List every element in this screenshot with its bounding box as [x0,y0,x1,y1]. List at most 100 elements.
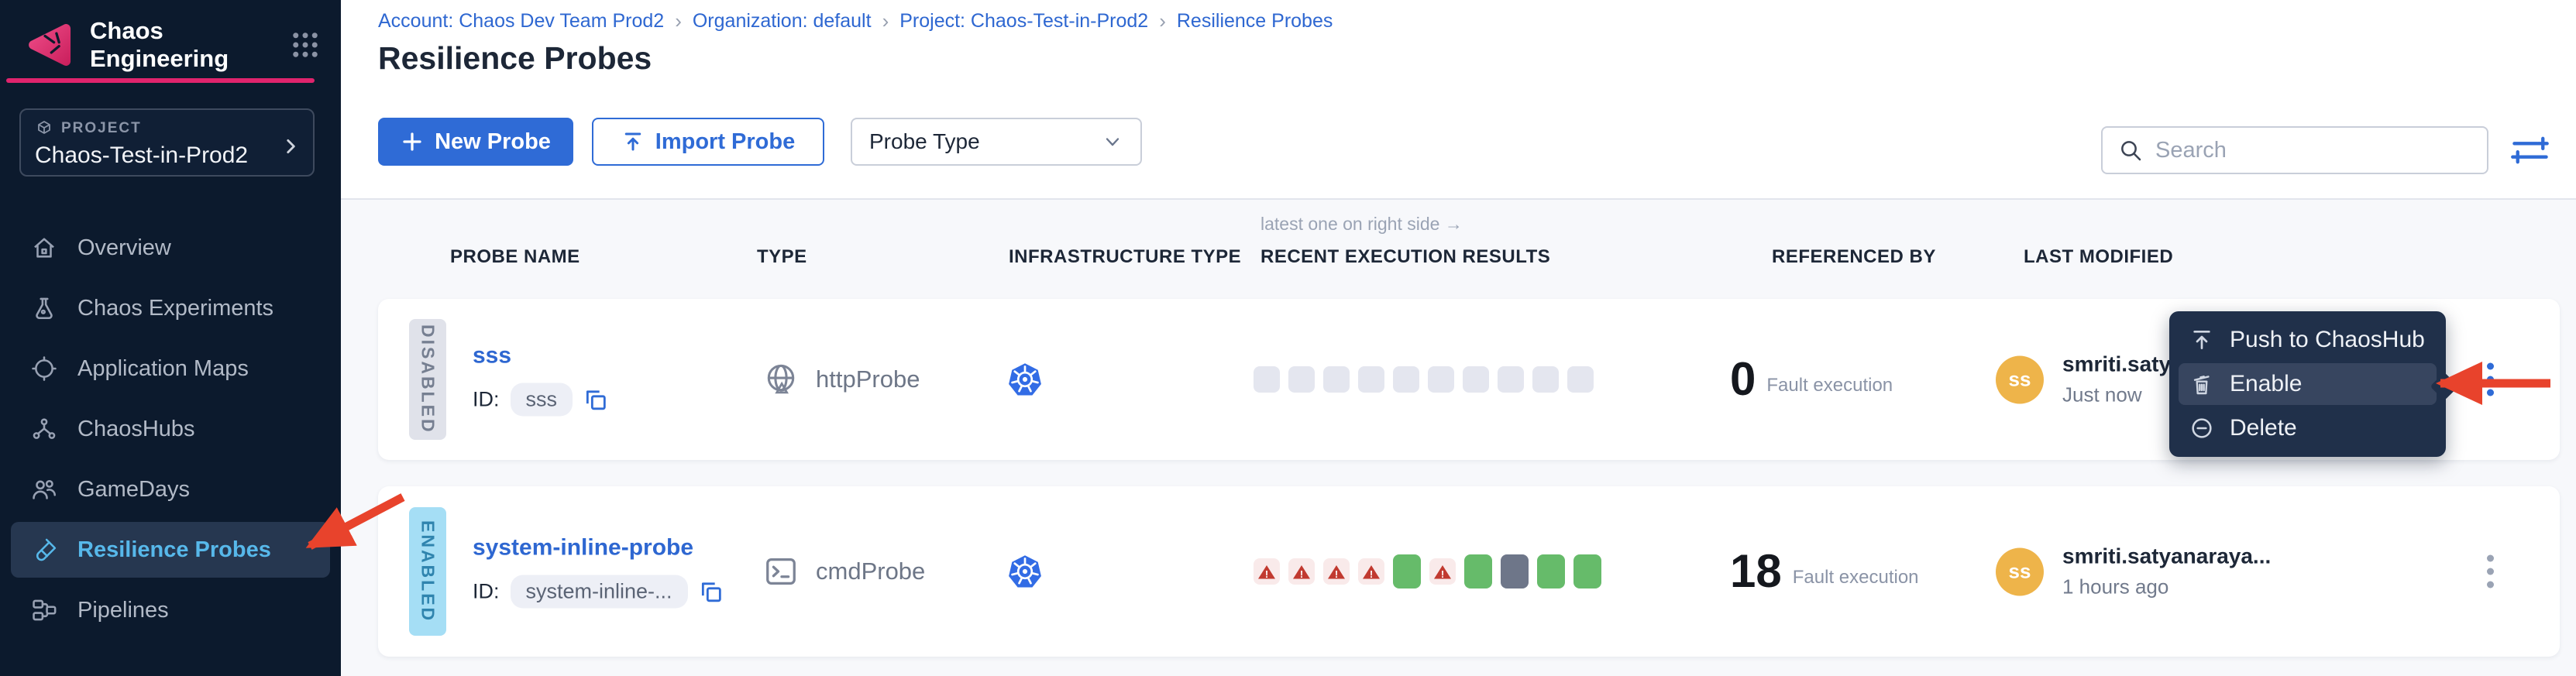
execution-results [1254,366,1594,393]
menu-item-label: Push to ChaosHub [2230,327,2425,353]
copy-icon[interactable] [583,387,608,412]
breadcrumb: Account: Chaos Dev Team Prod2 › Organiza… [378,9,1333,33]
probe-name-link[interactable]: sss [473,343,608,369]
new-probe-label: New Probe [435,129,551,155]
probe-type-value: Probe Type [869,129,980,154]
execution-results: !!!!! [1254,554,1601,588]
breadcrumb-project[interactable]: Project: Chaos-Test-in-Prod2 [899,10,1148,33]
sidebar-item-label: Pipelines [77,598,169,623]
app-title: Chaos Engineering [90,17,273,73]
project-label-row: PROJECT [35,119,299,138]
probe-test-tube-icon [31,537,57,563]
probe-id-row: ID: system-inline-... [473,575,724,609]
menu-item-enable[interactable]: Enable [2179,363,2437,405]
execution-result-na [1501,554,1529,588]
column-recent-execution-results: RECENT EXECUTION RESULTS [1260,246,1550,268]
warning-triangle-icon: ! [1293,564,1310,579]
execution-result-empty [1463,366,1489,393]
referenced-label: Fault execution [1766,375,1893,396]
column-last-modified: LAST MODIFIED [2024,246,2173,268]
flask-icon [31,295,57,321]
upload-icon [621,130,645,153]
column-probe-name: PROBE NAME [450,246,580,268]
menu-item-delete[interactable]: Delete [2179,407,2437,449]
sidebar-item-overview[interactable]: Overview [11,220,330,276]
probe-id-row: ID: sss [473,383,608,417]
import-probe-button[interactable]: Import Probe [592,118,824,166]
app-grid-icon[interactable] [289,29,322,61]
execution-result-fail: ! [1358,558,1384,585]
column-referenced-by: REFERENCED BY [1772,246,1936,268]
probe-id-value: sss [511,383,573,417]
new-probe-button[interactable]: New Probe [378,118,573,166]
terminal-icon [763,554,799,589]
minus-circle-icon [2189,416,2214,441]
sidebar-item-label: Chaos Experiments [77,296,273,321]
row-actions-menu-button[interactable] [2487,363,2494,396]
probe-row-system-inline-probe: ENABLED system-inline-probe ID: system-i… [378,486,2560,657]
probe-type-label: httpProbe [816,365,920,393]
breadcrumb-separator: › [882,9,889,33]
warning-triangle-icon: ! [1328,564,1345,579]
modified-time: Just now [2062,383,2171,407]
row-actions-menu-button[interactable] [2487,555,2494,588]
kubernetes-icon [1007,554,1043,589]
sidebar-item-label: ChaosHubs [77,417,195,442]
probe-type-label: cmdProbe [816,558,925,585]
sidebar-item-application-maps[interactable]: Application Maps [11,341,330,396]
sidebar: Chaos Engineering PROJECT Chaos-Test-in-… [0,0,341,676]
network-nodes-icon [31,416,57,442]
probe-id-value: system-inline-... [511,575,688,609]
probe-type-cell: httpProbe [763,362,920,397]
breadcrumb-organization[interactable]: Organization: default [693,10,872,33]
column-type: TYPE [757,246,807,268]
execution-result-empty [1323,366,1350,393]
status-badge: DISABLED [409,319,446,440]
modified-info: smriti.saty Just now [2062,352,2171,407]
plus-icon [401,130,424,153]
menu-item-push-to-chaoshub[interactable]: Push to ChaosHub [2179,319,2437,361]
execution-result-empty [1498,366,1524,393]
execution-result-fail: ! [1429,558,1456,585]
probe-name-link[interactable]: system-inline-probe [473,535,724,561]
execution-result-fail: ! [1288,558,1315,585]
sidebar-item-chaoshubs[interactable]: ChaosHubs [11,401,330,457]
probe-type-cell: cmdProbe [763,554,925,589]
breadcrumb-current[interactable]: Resilience Probes [1177,10,1333,33]
last-modified-cell: ss smriti.saty Just now [1996,352,2171,407]
sidebar-item-chaos-experiments[interactable]: Chaos Experiments [11,280,330,336]
brand-row: Chaos Engineering [23,20,322,70]
sidebar-item-label: Application Maps [77,356,249,382]
breadcrumb-account[interactable]: Account: Chaos Dev Team Prod2 [378,10,664,33]
modified-by: smriti.satyanaraya... [2062,544,2271,569]
project-name: Chaos-Test-in-Prod2 [35,142,283,169]
breadcrumb-separator: › [675,9,682,33]
sidebar-item-label: GameDays [77,477,190,503]
filter-sliders-icon[interactable] [2510,130,2550,170]
probe-type-dropdown[interactable]: Probe Type [851,118,1142,166]
globe-icon [763,362,799,397]
execution-result-pass [1537,554,1565,588]
sidebar-item-label: Resilience Probes [77,537,271,563]
table-header: latest one on right side → PROBE NAME TY… [378,203,2560,288]
execution-result-empty [1254,366,1280,393]
chaos-logo-icon [23,19,74,70]
probe-name-cell: system-inline-probe ID: system-inline-..… [473,535,724,609]
modified-time: 1 hours ago [2062,575,2271,599]
pipelines-icon [31,597,57,623]
push-to-hub-icon [2189,328,2214,352]
chaos-engineering-app: Chaos Engineering PROJECT Chaos-Test-in-… [0,0,2576,676]
latest-note: latest one on right side → [1260,214,1463,235]
warning-triangle-icon: ! [1363,564,1380,579]
execution-result-fail: ! [1323,558,1350,585]
execution-result-empty [1358,366,1384,393]
sidebar-item-resilience-probes[interactable]: Resilience Probes [11,522,330,578]
sidebar-item-gamedays[interactable]: GameDays [11,462,330,517]
sidebar-item-pipelines[interactable]: Pipelines [11,582,330,638]
project-selector[interactable]: PROJECT Chaos-Test-in-Prod2 [19,108,315,177]
search-input[interactable] [2155,138,2471,163]
import-probe-label: Import Probe [655,129,795,155]
execution-result-empty [1567,366,1594,393]
sidebar-nav: Overview Chaos Experiments Application M… [0,215,341,643]
copy-icon[interactable] [699,579,724,604]
